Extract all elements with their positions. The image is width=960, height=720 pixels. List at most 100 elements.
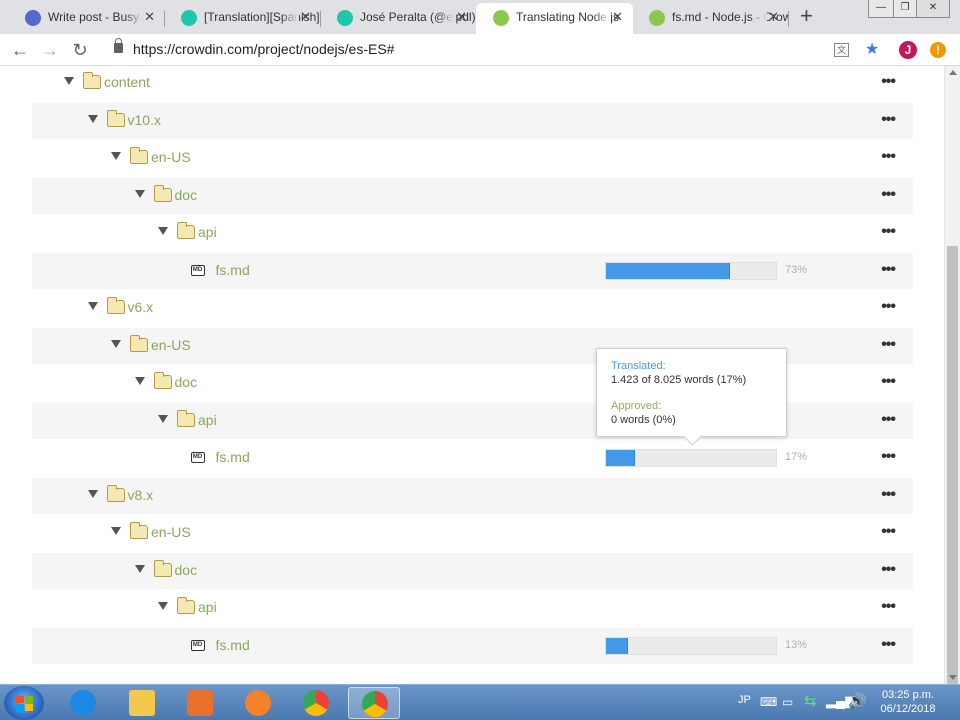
tree-row[interactable]: api ••• [32,215,913,251]
more-options-icon[interactable]: ••• [881,299,896,315]
folder-name[interactable]: api [198,412,217,428]
more-options-icon[interactable]: ••• [881,411,896,427]
expand-caret-icon[interactable] [134,377,145,385]
tree-row[interactable]: v8.x ••• [32,477,913,514]
tree-row[interactable]: v10.x ••• [32,102,913,139]
browser-tab[interactable]: José Peralta (@elpdl) ✕ [320,3,477,34]
scrollbar-thumb[interactable] [947,246,958,684]
folder-name[interactable]: content [104,74,150,90]
tree-row[interactable]: api ••• [32,590,913,626]
folder-name[interactable]: api [198,224,217,240]
tree-row[interactable]: content ••• [32,66,913,101]
folder-name[interactable]: doc [175,374,198,390]
more-options-icon[interactable]: ••• [881,74,896,90]
translation-progress-bar[interactable] [605,636,777,655]
expand-caret-icon[interactable] [158,414,168,423]
expand-caret-icon[interactable] [64,77,74,85]
browser-tab[interactable]: [Translation][Spanish] ✕ [164,3,321,34]
new-tab-button[interactable]: + [800,4,813,28]
more-options-icon[interactable]: ••• [881,186,896,202]
translation-progress-bar[interactable] [605,261,777,280]
folder-name[interactable]: api [198,599,217,615]
folder-name[interactable]: en-US [151,337,191,353]
scroll-up-arrow-icon[interactable] [949,70,957,75]
system-clock[interactable]: 03:25 p.m. 06/12/2018 [872,688,944,716]
volume-icon[interactable]: 🔊 [848,692,867,710]
input-mode-icon[interactable]: ▭ [782,695,793,709]
tree-row[interactable]: MD fs.md 17% ••• [32,440,913,476]
expand-caret-icon[interactable] [111,339,121,348]
address-bar[interactable]: https://crowdin.com/project/nodejs/es-ES… [133,41,394,57]
expand-caret-icon[interactable] [87,489,98,498]
update-alert-icon[interactable]: ! [930,42,946,58]
more-options-icon[interactable]: ••• [881,636,896,652]
minimize-button[interactable]: — [868,0,894,18]
more-options-icon[interactable]: ••• [881,261,896,277]
tab-close-icon[interactable]: ✕ [612,3,623,31]
folder-name[interactable]: v8.x [128,487,154,503]
keyboard-icon[interactable]: ⌨ [760,695,777,709]
lock-icon[interactable] [114,38,123,53]
expand-caret-icon[interactable] [158,227,168,235]
folder-name[interactable]: v10.x [128,112,161,128]
folder-name[interactable]: en-US [151,149,191,165]
restore-button[interactable]: ❐ [893,0,917,18]
more-options-icon[interactable]: ••• [881,599,896,615]
expand-caret-icon[interactable] [134,189,145,198]
expand-caret-icon[interactable] [87,302,98,310]
sync-icon[interactable]: ⇆ [804,692,817,710]
tree-row[interactable]: MD fs.md 13% ••• [32,627,913,664]
expand-caret-icon[interactable] [134,564,145,573]
reload-button[interactable]: ↻ [68,38,92,62]
browser-tab[interactable]: Translating Node.js ✕ [476,3,633,34]
browser-tab[interactable]: Write post - Busy ✕ [8,3,165,34]
tree-row[interactable]: doc ••• [32,552,913,589]
scroll-down-arrow-icon[interactable] [949,675,957,680]
tree-row[interactable]: en-US ••• [32,140,913,176]
tree-row[interactable]: v6.x ••• [32,290,913,326]
more-options-icon[interactable]: ••• [881,561,896,577]
browser-tab[interactable]: fs.md - Node.js - Crowdin✕ [632,3,789,34]
taskbar-app-chrome-active[interactable] [348,687,400,719]
taskbar-app-media-player[interactable] [174,687,226,719]
back-button[interactable]: ← [8,38,32,62]
tab-close-icon[interactable]: ✕ [300,3,311,31]
tab-close-icon[interactable]: ✕ [768,3,779,31]
tree-row[interactable]: MD fs.md 73% ••• [32,252,913,289]
more-options-icon[interactable]: ••• [881,111,896,127]
translation-progress-bar[interactable] [605,449,777,467]
more-options-icon[interactable]: ••• [881,524,896,540]
tab-close-icon[interactable]: ✕ [144,3,155,31]
folder-name[interactable]: doc [175,562,198,578]
more-options-icon[interactable]: ••• [881,374,896,390]
file-name[interactable]: fs.md [216,637,250,653]
more-options-icon[interactable]: ••• [881,336,896,352]
folder-name[interactable]: v6.x [128,299,154,315]
tab-close-icon[interactable]: ✕ [456,3,467,31]
taskbar-app-firefox[interactable] [232,687,284,719]
more-options-icon[interactable]: ••• [881,149,896,165]
language-indicator[interactable]: JP [738,694,751,706]
expand-caret-icon[interactable] [158,602,168,610]
expand-caret-icon[interactable] [111,152,121,160]
file-name[interactable]: fs.md [216,449,250,465]
tree-row[interactable]: doc ••• [32,177,913,214]
more-options-icon[interactable]: ••• [881,224,896,240]
folder-name[interactable]: doc [175,187,198,203]
more-options-icon[interactable]: ••• [881,449,896,465]
forward-button[interactable]: → [38,38,62,62]
page-scrollbar[interactable] [944,66,960,684]
profile-avatar[interactable]: J [899,41,917,59]
taskbar-app-chrome[interactable] [290,687,342,719]
taskbar-app-internet-explorer[interactable] [57,687,109,719]
file-name[interactable]: fs.md [216,262,250,278]
taskbar-app-file-explorer[interactable] [116,687,168,719]
expand-caret-icon[interactable] [87,114,98,123]
window-close-button[interactable]: ✕ [916,0,950,18]
translate-icon[interactable]: 文 [834,43,849,57]
folder-name[interactable]: en-US [151,524,191,540]
more-options-icon[interactable]: ••• [881,486,896,502]
start-button[interactable] [4,686,44,720]
expand-caret-icon[interactable] [111,527,121,535]
tree-row[interactable]: en-US ••• [32,515,913,551]
